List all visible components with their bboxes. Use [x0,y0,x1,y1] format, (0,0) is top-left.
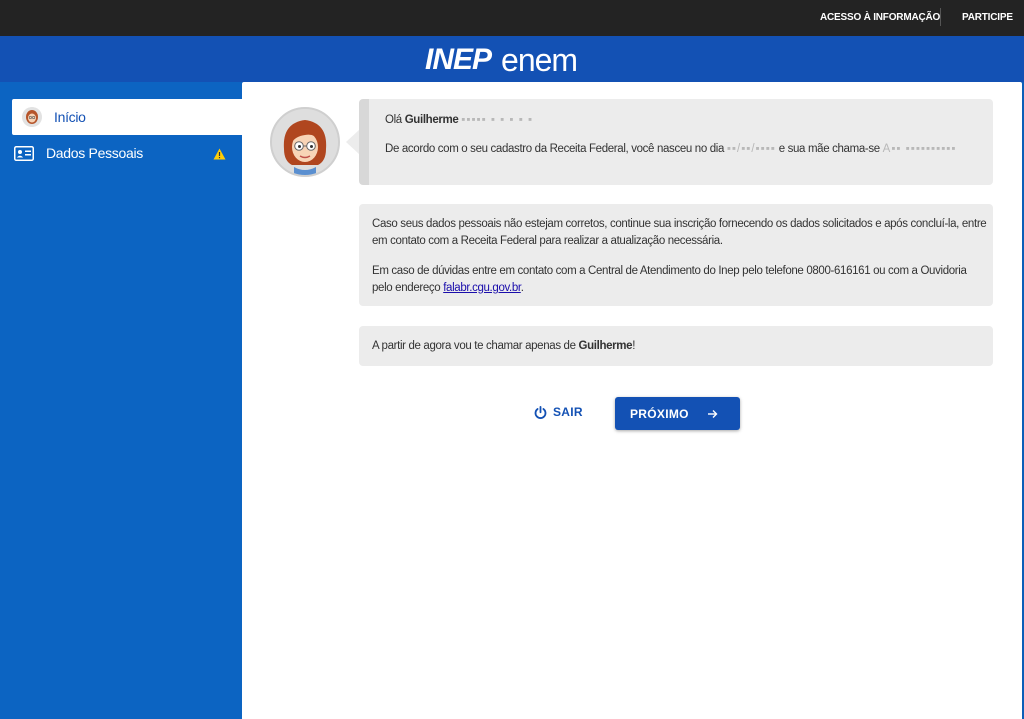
info-p2-prefix: pelo endereço [372,282,444,294]
warning-icon [213,147,226,165]
redacted-surname: ▪▪▪▪▪ ▪ ▪ ▪ ▪ ▪ [461,114,534,126]
nickname-suffix: ! [632,340,636,352]
assistant-avatar [270,107,340,177]
avatar-icon [22,107,42,127]
logo: INEP enem [425,42,578,78]
info-p1-line2: em contato com a Receita Federal para re… [372,235,723,247]
birth-text-1: De acordo com o seu cadastro da Receita … [385,143,727,155]
nickname-message: A partir de agora vou te chamar apenas d… [359,326,993,366]
info-p1-line1: Caso seus dados pessoais não estejam cor… [372,218,987,230]
logo-inep: INEP [425,43,492,76]
birth-line: De acordo com o seu cadastro da Receita … [385,143,956,155]
info-p2-line1: Em caso de dúvidas entre em contato com … [372,265,967,277]
exit-label: SAIR [553,405,583,419]
exit-button[interactable]: SAIR [534,400,583,424]
user-first-name: Guilherme [404,114,459,126]
info-p2-suffix: . [520,282,524,294]
nickname-prefix: A partir de agora vou te chamar apenas d… [372,340,579,352]
falabr-link[interactable]: falabr.cgu.gov.br [443,282,521,294]
logo-enem: enem [501,42,578,78]
speech-bubble-tip [346,130,359,154]
id-card-icon [14,145,34,161]
info-message: Caso seus dados pessoais não estejam cor… [359,204,993,306]
sidebar: Início Dados Pessoais [0,82,242,719]
nickname: Guilherme [578,340,633,352]
info-p2-line2: pelo endereço falabr.cgu.gov.br. [372,282,524,294]
access-info-link[interactable]: ACESSO À INFORMAÇÃO [820,12,940,23]
next-button[interactable]: PRÓXIMO [615,397,740,430]
arrow-right-icon [707,409,718,418]
topbar-divider [940,8,941,26]
power-icon [534,405,547,419]
participate-link[interactable]: PARTICIPE [962,12,1013,23]
sidebar-item-dados-pessoais[interactable]: Dados Pessoais [12,135,242,171]
greeting-prefix: Olá [385,114,405,126]
birth-text-2: e sua mãe chama-se [775,143,883,155]
greeting-line: Olá Guilherme ▪▪▪▪▪ ▪ ▪ ▪ ▪ ▪ [385,114,533,126]
sidebar-item-label: Início [54,109,86,125]
avatar-icon [272,109,338,175]
sidebar-item-label: Dados Pessoais [46,145,143,161]
nickname-line: A partir de agora vou te chamar apenas d… [372,340,635,352]
next-label: PRÓXIMO [630,406,689,421]
redacted-mother-name: A▪▪ ▪▪▪▪▪▪▪▪▪▪ [882,143,957,155]
greeting-message: Olá Guilherme ▪▪▪▪▪ ▪ ▪ ▪ ▪ ▪ De acordo … [359,99,993,185]
top-bar: ACESSO À INFORMAÇÃO PARTICIPE [0,0,1024,36]
redacted-birthdate: ▪▪/▪▪/▪▪▪▪ [726,143,776,155]
sidebar-item-inicio[interactable]: Início [12,99,242,135]
